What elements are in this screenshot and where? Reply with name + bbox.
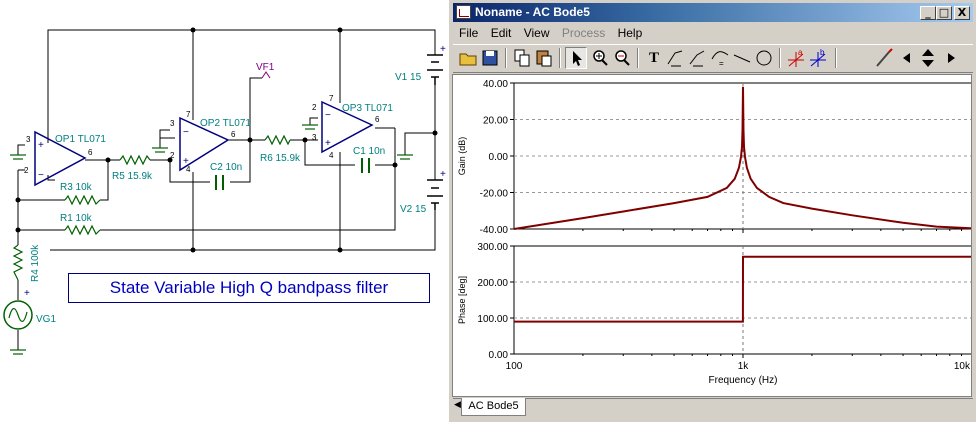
y-axis-label: Gain (dB) [457,137,467,176]
tab-ac-bode5[interactable]: AC Bode5 [461,398,526,416]
v2-label: V2 15 [400,204,427,215]
curve-icon[interactable]: = [709,47,731,69]
probe-tool-icon[interactable] [873,47,895,69]
window-titlebar[interactable]: Noname - AC Bode5 _ □ X [453,3,973,22]
x-axis-label: Frequency (Hz) [709,375,778,386]
y-tick-label: 100.00 [477,314,508,325]
svg-text:+: + [440,169,446,180]
svg-text:6: 6 [375,115,380,124]
copy-icon[interactable] [511,47,533,69]
v1-label: V1 15 [395,72,422,83]
maximize-button[interactable]: □ [936,6,952,20]
arrow-left-icon[interactable] [899,47,915,69]
svg-text:7: 7 [329,94,334,103]
menu-edit[interactable]: Edit [491,24,512,42]
ellipse-tool-icon[interactable] [753,47,775,69]
signal-source-icon [3,300,33,330]
svg-text:3: 3 [170,119,175,128]
marker-a-icon[interactable]: a [785,47,807,69]
y-tick-label: 200.00 [477,278,508,289]
x-tick-label: 10k [954,361,971,372]
op1-label: OP1 TL071 [55,134,106,145]
op3-label: OP3 TL071 [342,103,393,114]
svg-text:3: 3 [26,135,31,144]
y-tick-label: -20.00 [480,189,509,200]
svg-text:6: 6 [88,148,93,157]
menu-help[interactable]: Help [618,24,643,42]
y-tick-label: 300.00 [477,242,508,253]
open-file-icon[interactable] [457,47,479,69]
bode-plots: 40.00 20.00 0.00 -20.00 -40.00 Gain (dB) 300.0… [457,79,971,386]
close-button[interactable]: X [954,6,970,20]
schematic-canvas: OP1 TL071 OP2 TL071 OP3 TL071 R5 15.9k R… [3,27,446,355]
svg-text:+: + [38,140,44,151]
toolbar: T = a b [453,44,973,73]
toolbar-separator [559,48,561,68]
svg-text:2: 2 [312,103,317,112]
op2-label: OP2 TL071 [200,118,251,129]
schematic-title: State Variable High Q bandpass filter [68,273,430,303]
svg-text:+: + [325,138,331,149]
c1-label: C1 10n [353,146,385,157]
tab-bar: ◀ AC Bode5 [453,398,973,418]
r3-label: R3 10k [60,182,93,193]
svg-text:6: 6 [231,130,236,139]
svg-text:2: 2 [24,166,29,175]
c2-label: C2 10n [210,162,242,173]
svg-text:+: + [440,44,446,55]
text-tool-icon[interactable]: T [643,47,665,69]
svg-text:+: + [24,288,30,299]
y-tick-label: 20.00 [483,116,508,127]
ground-symbols [10,124,413,355]
toolbar-separator [835,48,837,68]
svg-text:−: − [183,127,189,138]
svg-text:+: + [183,156,189,167]
plot-area[interactable]: 40.00 20.00 0.00 -20.00 -40.00 Gain (dB) 300.0… [452,74,972,397]
menu-bar: File Edit View Process Help [453,24,973,42]
svg-text:4: 4 [329,151,334,160]
y-tick-label: 40.00 [483,79,508,90]
pointer-tool-icon[interactable] [565,47,587,69]
y-tick-label: 0.00 [489,350,509,361]
arrow-right-icon[interactable] [943,47,959,69]
app-icon [456,5,471,19]
line-tool-icon[interactable] [731,47,753,69]
menu-process[interactable]: Process [562,24,605,42]
cursor-a-icon[interactable] [665,47,687,69]
menu-file[interactable]: File [459,24,478,42]
marker-b-icon[interactable]: b [807,47,829,69]
arrow-up-down-icon[interactable] [915,47,941,69]
zoom-in-icon[interactable] [589,47,611,69]
menu-view[interactable]: View [524,24,550,42]
r6-label: R6 15.9k [260,153,301,164]
resistor-symbols [12,134,291,281]
minimize-button[interactable]: _ [920,6,936,20]
toolbar-separator [637,48,639,68]
save-icon[interactable] [479,47,501,69]
r4-label: R4 100k [30,244,41,282]
svg-text:2: 2 [170,151,175,160]
y-tick-label: -40.00 [480,225,509,236]
r5-label: R5 15.9k [112,171,153,182]
svg-text:−: − [325,110,331,121]
svg-text:7: 7 [186,110,191,119]
y-tick-label: 0.00 [489,152,509,163]
svg-text:3: 3 [312,133,317,142]
vg1-label: VG1 [36,314,56,325]
svg-text:=: = [719,59,724,68]
zoom-out-icon[interactable] [611,47,633,69]
window-title: Noname - AC Bode5 [475,5,590,19]
svg-text:−: − [38,170,44,181]
x-tick-label: 100 [506,361,523,372]
x-tick-label: 1k [738,361,750,372]
toolbar-separator [505,48,507,68]
y-axis-label: Phase [deg] [457,276,467,324]
cursor-b-icon[interactable] [687,47,709,69]
toolbar-separator [779,48,781,68]
r1-label: R1 10k [60,213,93,224]
svg-text:a: a [798,48,803,57]
svg-text:b: b [820,48,825,57]
vf1-label: VF1 [256,62,275,73]
paste-icon[interactable] [533,47,555,69]
